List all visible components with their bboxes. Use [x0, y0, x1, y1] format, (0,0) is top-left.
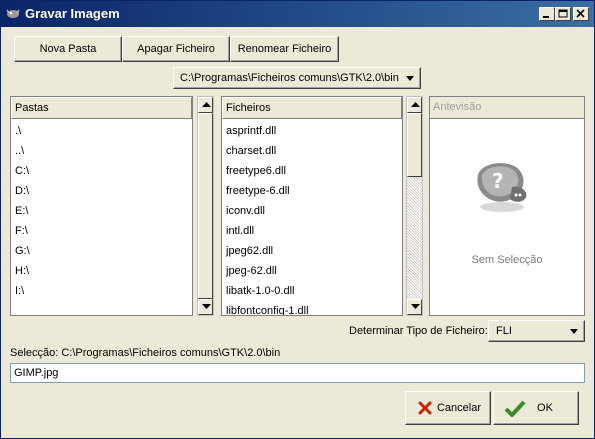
folder-list-item[interactable]: G:\: [15, 241, 30, 261]
folder-list-item[interactable]: ..\: [15, 141, 24, 161]
chevron-down-icon: [406, 76, 414, 81]
files-scroll-up-button[interactable]: [407, 97, 422, 113]
file-list-item[interactable]: freetype-6.dll: [226, 181, 290, 201]
file-list-item[interactable]: jpeg-62.dll: [226, 261, 277, 281]
new-folder-label: Nova Pasta: [39, 43, 97, 55]
file-list-item[interactable]: freetype6.dll: [226, 161, 286, 181]
folder-list-item[interactable]: D:\: [15, 181, 29, 201]
preview-header: Antevisão: [430, 97, 584, 119]
file-list-item[interactable]: libatk-1.0-0.dll: [226, 281, 294, 301]
folder-list-item[interactable]: E:\: [15, 201, 28, 221]
filetype-combo[interactable]: FLI: [488, 320, 585, 342]
minimize-button[interactable]: [539, 7, 555, 21]
folders-scroll-thumb[interactable]: [198, 113, 213, 299]
files-scroll-down-button[interactable]: [407, 299, 422, 315]
ok-label: OK: [537, 402, 553, 414]
close-icon: [576, 9, 585, 18]
preview-header-label: Antevisão: [433, 101, 482, 113]
file-list-item[interactable]: libfontconfig-1.dll: [226, 301, 309, 315]
delete-file-button[interactable]: Apagar Ficheiro: [122, 36, 230, 62]
window-title: Gravar Imagem: [25, 6, 120, 21]
minimize-icon: [543, 16, 549, 18]
preview-empty-text: Sem Selecção: [471, 254, 543, 266]
files-list[interactable]: Ficheiros asprintf.dll charset.dll freetyp…: [221, 96, 403, 316]
file-list-item[interactable]: intl.dll: [226, 221, 254, 241]
file-list-item[interactable]: charset.dll: [226, 141, 276, 161]
title-bar[interactable]: Gravar Imagem: [1, 1, 594, 27]
folder-list-item[interactable]: H:\: [15, 261, 29, 281]
filetype-label: Determinar Tipo de Ficheiro:: [349, 325, 488, 337]
rename-file-button[interactable]: Renomear Ficheiro: [230, 36, 339, 62]
save-image-dialog: Gravar Imagem Nova Pasta Apagar Ficheiro…: [0, 0, 595, 439]
chevron-down-icon: [570, 329, 578, 334]
selection-label: Selecção: C:\Programas\Ficheiros comuns\…: [10, 347, 281, 359]
close-button[interactable]: [573, 7, 589, 21]
folders-header[interactable]: Pastas: [11, 97, 192, 119]
folders-scroll-up-button[interactable]: [198, 97, 213, 113]
preview-panel: Antevisão ? Sem Selecção: [429, 96, 585, 316]
folder-list-item[interactable]: F:\: [15, 221, 28, 241]
filetype-combo-value: FLI: [496, 325, 512, 337]
maximize-button[interactable]: [555, 7, 571, 21]
new-folder-button[interactable]: Nova Pasta: [14, 36, 122, 62]
folders-list[interactable]: Pastas .\ ..\ C:\ D:\ E:\ F:\ G:\ H:\ I:\: [10, 96, 193, 316]
file-list-item[interactable]: iconv.dll: [226, 201, 265, 221]
cancel-button[interactable]: Cancelar: [405, 391, 491, 425]
files-scroll-thumb[interactable]: [407, 113, 422, 177]
svg-text:?: ?: [492, 169, 504, 193]
files-header[interactable]: Ficheiros: [222, 97, 402, 119]
delete-file-label: Apagar Ficheiro: [137, 43, 215, 55]
maximize-icon: [558, 9, 568, 18]
arrow-down-icon: [202, 304, 211, 309]
arrow-down-icon: [411, 304, 420, 309]
ok-button[interactable]: OK: [493, 391, 579, 425]
arrow-up-icon: [411, 102, 420, 107]
folders-scroll-down-button[interactable]: [198, 299, 213, 315]
folder-list-item[interactable]: .\: [15, 121, 21, 141]
rename-file-label: Renomear Ficheiro: [237, 43, 332, 55]
file-list-item[interactable]: asprintf.dll: [226, 121, 276, 141]
path-combo-value: C:\Programas\Ficheiros comuns\GTK\2.0\bi…: [180, 72, 399, 84]
gimp-app-icon: [6, 9, 20, 18]
filename-input[interactable]: [10, 363, 585, 383]
path-combo[interactable]: C:\Programas\Ficheiros comuns\GTK\2.0\bi…: [173, 67, 421, 89]
files-scrollbar[interactable]: [406, 96, 423, 316]
cancel-x-icon: [418, 401, 432, 415]
file-list-item[interactable]: jpeg62.dll: [226, 241, 273, 261]
unknown-file-icon: ?: [477, 163, 527, 212]
folders-header-label: Pastas: [15, 102, 49, 114]
cancel-label: Cancelar: [436, 402, 482, 414]
files-header-label: Ficheiros: [226, 102, 271, 114]
ok-check-icon: [504, 400, 526, 417]
folders-scrollbar[interactable]: [197, 96, 214, 316]
folder-list-item[interactable]: I:\: [15, 281, 24, 301]
arrow-up-icon: [202, 102, 211, 107]
folder-list-item[interactable]: C:\: [15, 161, 29, 181]
